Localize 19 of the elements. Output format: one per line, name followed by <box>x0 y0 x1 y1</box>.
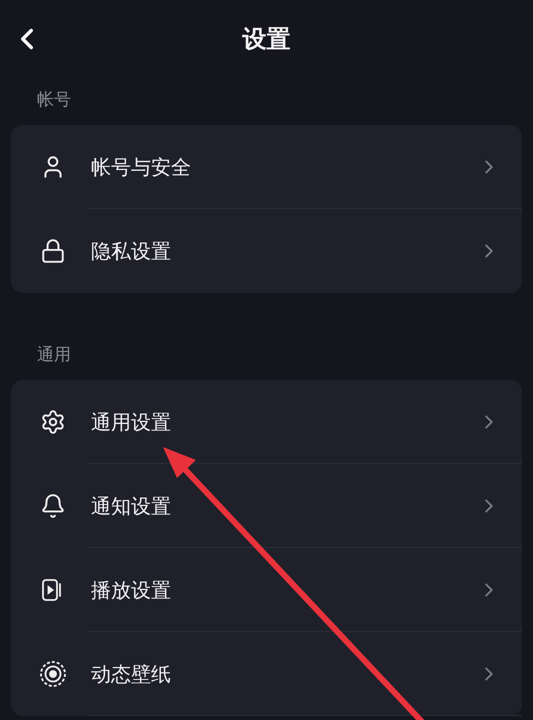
page-title: 设置 <box>242 24 290 55</box>
section-label: 通用 <box>36 344 72 367</box>
row-label: 播放设置 <box>91 576 172 604</box>
section-label: 帐号 <box>36 89 72 112</box>
row-label: 通知设置 <box>91 492 172 520</box>
row-label: 隐私设置 <box>91 238 172 264</box>
settings-row[interactable]: 通用设置 <box>11 380 522 464</box>
settings-row[interactable]: 帐号与安全 <box>11 125 522 209</box>
settings-row[interactable]: 通知设置 <box>11 464 522 548</box>
row-label: 动态壁纸 <box>91 660 172 688</box>
row-label: 帐号与安全 <box>91 154 192 180</box>
settings-row[interactable]: 隐私设置 <box>11 209 522 293</box>
lock-icon <box>40 238 66 264</box>
settings-row[interactable]: 动态壁纸 <box>11 632 522 716</box>
settings-row[interactable]: 播放设置 <box>11 548 522 632</box>
concentric-circles-icon <box>39 660 67 688</box>
settings-icon <box>40 409 66 435</box>
row-label: 通用设置 <box>91 408 172 436</box>
bell-icon <box>40 493 66 519</box>
